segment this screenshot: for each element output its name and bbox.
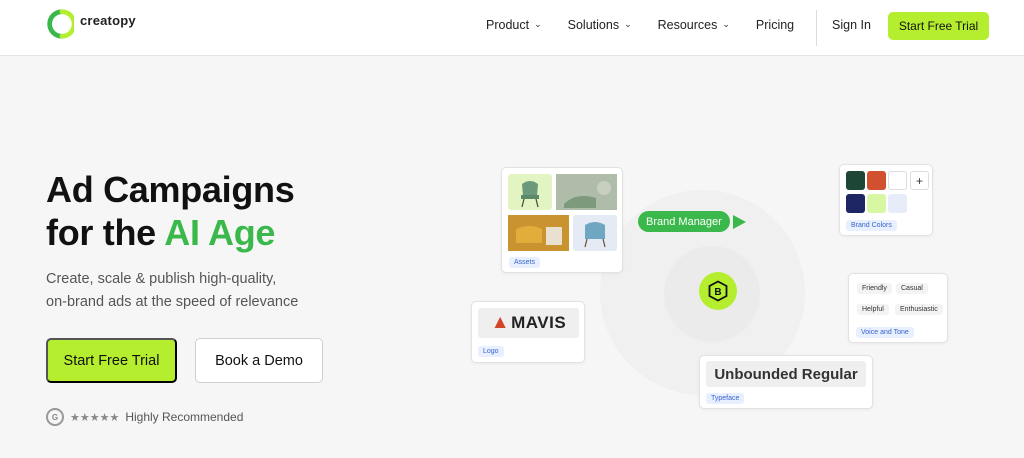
- logo-tag: Logo: [478, 346, 504, 357]
- hero-subtitle: Create, scale & publish high-quality, on…: [46, 268, 298, 314]
- g2-rating: G ★★★★★ Highly Recommended: [46, 408, 243, 426]
- chevron-down-icon: ⌄: [624, 18, 632, 29]
- logo-text: creatopy: [80, 12, 136, 28]
- color-swatch: [846, 171, 865, 190]
- sign-in-link[interactable]: Sign In: [832, 18, 871, 32]
- nav-product[interactable]: Product ⌄: [486, 18, 542, 32]
- yellow-chair-image: [508, 215, 569, 251]
- brand-colors-tag: Brand Colors: [846, 220, 897, 231]
- blue-chair-image: [573, 215, 617, 251]
- color-swatch: [867, 194, 886, 213]
- nav-solutions[interactable]: Solutions ⌄: [568, 18, 632, 32]
- green-chair-image: [508, 174, 552, 210]
- nav-divider: [816, 10, 817, 46]
- brand-badge-letter: B: [714, 287, 721, 298]
- voice-chip: Casual: [896, 283, 928, 294]
- g2-icon: G: [46, 408, 64, 426]
- voice-chip: Enthusiastic: [895, 304, 943, 315]
- hero-subtitle-line2: on-brand ads at the speed of relevance: [46, 294, 299, 310]
- brand-manager-pill: Brand Manager: [638, 211, 730, 232]
- assets-card: Assets: [501, 167, 623, 273]
- nav-solutions-label: Solutions: [567, 18, 620, 32]
- hero-title: Ad Campaigns for the AI Age: [46, 168, 295, 254]
- mavis-logo: ▲ MAVIS: [478, 308, 579, 338]
- creatopy-logo-icon: [47, 9, 74, 39]
- chevron-down-icon: ⌄: [534, 18, 542, 29]
- hero-title-accent: AI Age: [164, 212, 276, 253]
- rating-label: Highly Recommended: [125, 410, 244, 424]
- nav-pricing-label: Pricing: [755, 18, 795, 32]
- voice-tone-card: Friendly Casual Helpful Enthusiastic Voi…: [848, 273, 948, 343]
- arrow-right-icon: [733, 215, 746, 229]
- color-swatch: [888, 194, 907, 213]
- hero-subtitle-line1: Create, scale & publish high-quality,: [46, 271, 277, 287]
- color-swatch: [867, 171, 886, 190]
- typeface-name: Unbounded Regular: [706, 361, 866, 387]
- color-swatch: [846, 194, 865, 213]
- main-nav: Product ⌄ Solutions ⌄ Resources ⌄ Pricin…: [486, 18, 820, 32]
- brand-colors-card: + Brand Colors: [839, 164, 933, 236]
- mavis-logo-text: MAVIS: [511, 313, 567, 332]
- voice-chip: Helpful: [857, 304, 889, 315]
- hero-title-line2-prefix: for the: [46, 212, 165, 253]
- voice-tone-tag: Voice and Tone: [856, 327, 914, 338]
- hexagon-b-icon: B: [708, 280, 728, 302]
- assets-tag: Assets: [509, 257, 541, 268]
- header-start-free-trial-button[interactable]: Start Free Trial: [888, 12, 989, 40]
- room-image: [556, 174, 617, 210]
- nav-resources[interactable]: Resources ⌄: [658, 18, 730, 32]
- book-demo-button[interactable]: Book a Demo: [195, 338, 323, 383]
- mavis-logo-mark: ▲: [490, 312, 511, 333]
- start-free-trial-button[interactable]: Start Free Trial: [46, 338, 177, 383]
- nav-product-label: Product: [486, 18, 530, 32]
- rating-stars: ★★★★★: [70, 411, 120, 424]
- voice-chip: Friendly: [857, 283, 892, 294]
- chevron-down-icon: ⌄: [722, 18, 730, 29]
- typeface-tag: Typeface: [706, 393, 745, 404]
- add-swatch-icon: +: [910, 171, 929, 190]
- nav-resources-label: Resources: [657, 18, 718, 32]
- creatopy-logo[interactable]: creatopy: [46, 8, 136, 40]
- brand-badge-icon: B: [699, 272, 737, 310]
- site-header: creatopy Product ⌄ Solutions ⌄ Resources…: [0, 0, 1024, 56]
- color-swatch: [888, 171, 907, 190]
- nav-pricing[interactable]: Pricing: [756, 18, 794, 32]
- hero-title-line1: Ad Campaigns: [46, 169, 295, 210]
